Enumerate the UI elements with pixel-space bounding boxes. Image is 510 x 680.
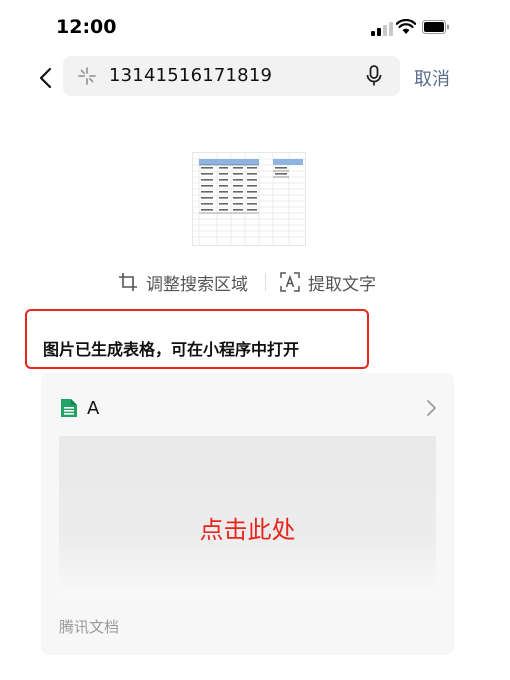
status-bar: 12:00 [0, 0, 510, 56]
click-here-label: 点击此处 [199, 516, 296, 544]
status-time: 12:00 [56, 16, 117, 38]
action-divider [265, 273, 266, 291]
extract-text-label: 提取文字 [308, 274, 376, 295]
adjust-area-button[interactable]: 调整搜索区域 [118, 270, 248, 295]
image-search-icon [78, 67, 96, 85]
wifi-icon [396, 19, 416, 34]
document-source: 腾讯文档 [59, 618, 120, 636]
document-preview[interactable]: 点击此处 [59, 436, 436, 598]
text-scan-icon [280, 272, 300, 292]
signal-icon [371, 22, 393, 36]
document-name: A [87, 398, 100, 419]
query-image-thumbnail[interactable] [192, 152, 306, 246]
search-input[interactable]: 13141516171819 [63, 56, 400, 96]
sheet-icon [61, 399, 77, 417]
cancel-button[interactable]: 取消 [414, 65, 450, 91]
image-actions: 调整搜索区域 提取文字 [0, 268, 510, 296]
extract-text-button[interactable]: 提取文字 [280, 270, 376, 295]
microphone-icon[interactable] [365, 65, 383, 87]
back-button[interactable] [36, 66, 56, 90]
table-generated-notice: 图片已生成表格，可在小程序中打开 [25, 309, 369, 369]
notice-text: 图片已生成表格，可在小程序中打开 [43, 340, 300, 359]
document-card[interactable]: A 点击此处 腾讯文档 [41, 373, 454, 655]
search-query: 13141516171819 [109, 65, 273, 86]
chevron-right-icon [427, 400, 436, 416]
adjust-area-label: 调整搜索区域 [146, 274, 248, 295]
battery-icon [422, 20, 449, 34]
search-bar: 13141516171819 取消 [0, 56, 510, 100]
crop-icon [119, 273, 137, 291]
